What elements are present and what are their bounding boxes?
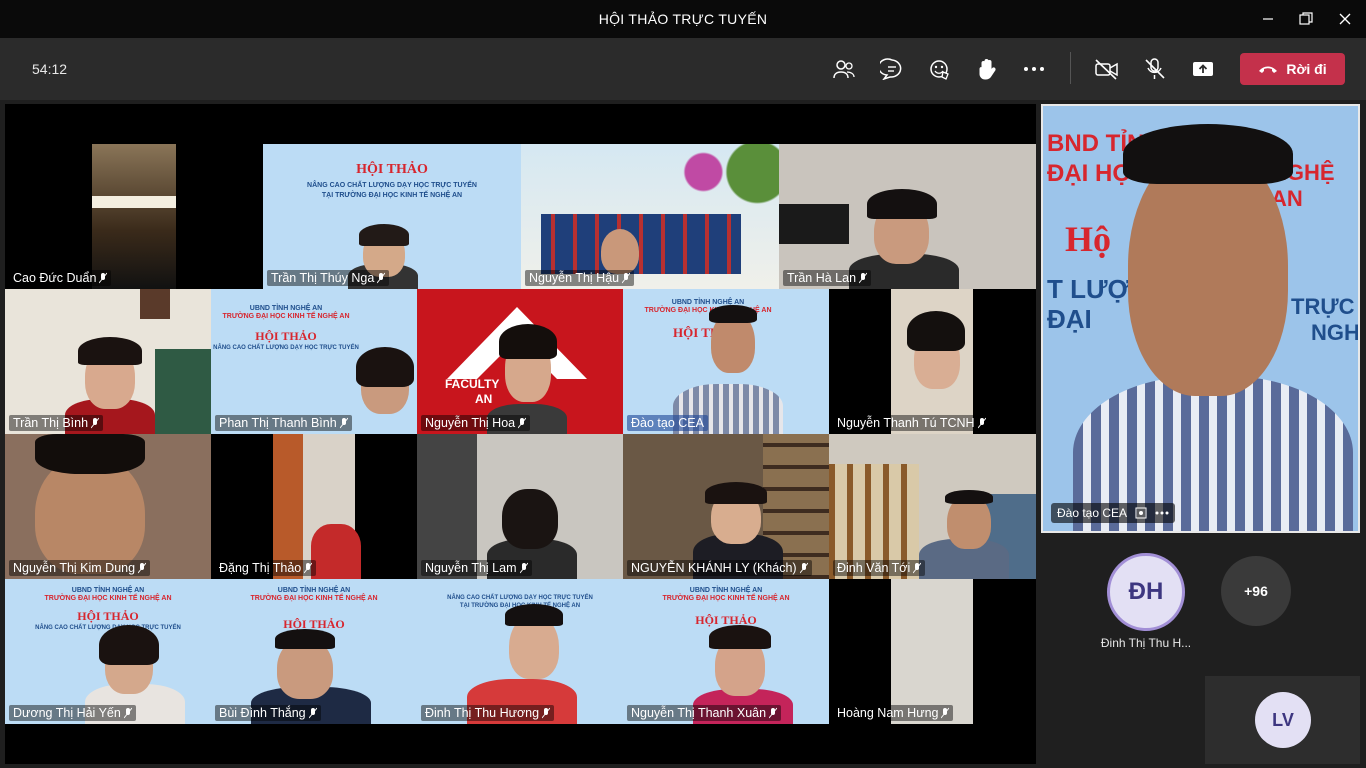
participant-name: Nguyễn Thị Hậu — [525, 270, 635, 286]
more-participants-button[interactable]: +96 — [1221, 556, 1291, 626]
more-options-button[interactable] — [1019, 54, 1049, 84]
mic-muted-icon — [858, 272, 868, 284]
participants-button[interactable] — [829, 54, 859, 84]
more-icon — [1024, 67, 1044, 71]
video-tile[interactable]: UBND TỈNH NGHỆ AN TRƯỜNG ĐẠI HỌC KINH TẾ… — [5, 579, 211, 724]
mic-muted-icon — [376, 272, 386, 284]
mic-muted-icon — [519, 562, 528, 574]
mic-muted-icon — [137, 562, 147, 574]
mic-muted-icon — [912, 562, 922, 574]
window-title: HỘI THẢO TRỰC TUYẾN — [598, 11, 768, 27]
hand-icon — [979, 59, 996, 80]
close-icon — [1339, 13, 1351, 25]
video-tile[interactable]: UBND TỈNH NGHỆ AN TRƯỜNG ĐẠI HỌC KINH TẾ… — [623, 289, 829, 434]
video-tile[interactable]: UBND TỈNH NGHỆ AN TRƯỜNG ĐẠI HỌC KINH TẾ… — [211, 579, 417, 724]
meeting-toolbar: 54:12 Rời đi — [0, 38, 1366, 100]
maximize-button[interactable] — [1292, 6, 1320, 32]
more-icon — [1155, 511, 1169, 515]
participant-name: Phan Thị Thanh Bình — [215, 415, 352, 431]
toolbar-divider — [1070, 52, 1071, 84]
participant-name: Dương Thị Hải Yến — [9, 705, 136, 721]
participant-name: Nguyễn Thanh Tú TCNH — [833, 415, 990, 431]
video-tile[interactable]: Đặng Thị Thảo — [211, 434, 417, 579]
people-icon — [833, 60, 855, 79]
share-screen-button[interactable] — [1188, 54, 1218, 84]
video-tile[interactable]: Nguyễn Thị Kim Dung — [5, 434, 211, 579]
mic-muted-icon — [768, 707, 778, 719]
mic-muted-icon — [541, 707, 551, 719]
mic-muted-icon — [339, 417, 349, 429]
participant-name: Đào tạo CEA — [627, 415, 708, 431]
close-button[interactable] — [1331, 6, 1359, 32]
minimize-button[interactable] — [1254, 6, 1282, 32]
leave-label: Rời đi — [1286, 61, 1327, 77]
participant-name: NGUYỄN KHÁNH LY (Khách) — [627, 560, 812, 576]
mic-muted-icon — [621, 272, 631, 284]
chat-button[interactable] — [877, 54, 907, 84]
restore-icon — [1299, 12, 1313, 25]
participant-name: Nguyễn Thị Thanh Xuân — [627, 705, 782, 721]
mic-muted-icon — [90, 417, 100, 429]
camera-off-icon — [1095, 59, 1118, 80]
participant-name: Nguyễn Thị Kim Dung — [9, 560, 151, 576]
participant-name: Nguyễn Thị Lam — [421, 560, 532, 576]
video-tile[interactable]: Cao Đức Duẩn — [5, 144, 263, 289]
video-tile[interactable]: Trần Thị Bình — [5, 289, 211, 434]
participant-name: Trần Thị Thúy Nga — [267, 270, 390, 286]
video-tile[interactable]: Hoàng Nam Hưng — [829, 579, 1036, 724]
participant-name: Bùi Đình Thắng — [215, 705, 321, 721]
participant-name: Trần Hà Lan — [783, 270, 872, 286]
self-view[interactable]: LV — [1205, 676, 1360, 764]
video-tile[interactable]: NGUYỄN KHÁNH LY (Khách) — [623, 434, 829, 579]
video-tile[interactable]: Nguyễn Thanh Tú TCNH — [829, 289, 1036, 434]
video-tile[interactable]: NÂNG CAO CHẤT LƯỢNG DẠY HỌC TRỰC TUYẾN T… — [417, 579, 623, 724]
spotlight-video[interactable]: BND TỈNH ĐẠI HỌ NGHỆ AN Hộ T LƯỢ TRỰC ĐẠ… — [1041, 104, 1360, 533]
video-tile[interactable]: Nguyễn Thị Hậu — [521, 144, 779, 289]
camera-toggle-button[interactable] — [1092, 54, 1122, 84]
share-icon — [1193, 62, 1213, 76]
reactions-button[interactable] — [925, 54, 955, 84]
hang-up-icon — [1259, 66, 1278, 73]
participant-name: Cao Đức Duẩn — [9, 270, 112, 286]
participant-name: Đinh Thị Thu Hương — [421, 705, 555, 721]
mic-muted-icon — [123, 707, 133, 719]
participant-name: Nguyễn Thị Hoa — [421, 415, 531, 431]
video-grid: Cao Đức Duẩn HỘI THẢO NÂNG CAO CHẤT LƯỢN… — [5, 104, 1036, 764]
video-tile[interactable]: Trần Hà Lan — [779, 144, 1036, 289]
participant-name: Hoàng Nam Hưng — [833, 705, 954, 721]
mic-muted-icon — [308, 707, 318, 719]
spotlight-name-tag: Đào tạo CEA — [1051, 503, 1176, 523]
reaction-icon — [930, 60, 949, 80]
title-bar: HỘI THẢO TRỰC TUYẾN — [0, 0, 1366, 38]
participant-name: Đặng Thị Thảo — [215, 560, 317, 576]
avatar: LV — [1255, 692, 1311, 748]
mic-toggle-button[interactable] — [1140, 54, 1170, 84]
pin-icon — [1135, 507, 1147, 519]
video-tile[interactable]: HỘI THẢO NÂNG CAO CHẤT LƯỢNG DẠY HỌC TRỰ… — [263, 144, 521, 289]
mic-muted-icon — [799, 562, 808, 574]
mic-muted-icon — [977, 417, 986, 429]
chat-icon — [880, 58, 902, 80]
meeting-timer: 54:12 — [32, 61, 68, 77]
mic-muted-icon — [941, 707, 950, 719]
leave-button[interactable]: Rời đi — [1240, 53, 1345, 85]
video-tile[interactable]: FACULTY AN Nguyễn Thị Hoa — [417, 289, 623, 434]
video-tile[interactable]: UBND TỈNH NGHỆ AN TRƯỜNG ĐẠI HỌC KINH TẾ… — [623, 579, 829, 724]
mic-muted-icon — [99, 272, 108, 284]
raise-hand-button[interactable] — [972, 54, 1002, 84]
video-tile[interactable]: Nguyễn Thị Lam — [417, 434, 623, 579]
mic-muted-icon — [303, 562, 313, 574]
minimize-icon — [1263, 18, 1273, 20]
participant-name: Trần Thị Bình — [9, 415, 104, 431]
mic-muted-icon — [517, 417, 527, 429]
video-tile[interactable]: Đinh Văn Tới — [829, 434, 1036, 579]
avatar[interactable]: ĐH — [1107, 553, 1185, 631]
participant-name: Đinh Văn Tới — [833, 560, 926, 576]
mic-off-icon — [1145, 58, 1165, 79]
avatar-name: Đinh Thị Thu H... — [1100, 636, 1192, 650]
video-tile[interactable]: UBND TỈNH NGHỆ AN TRƯỜNG ĐẠI HỌC KINH TẾ… — [211, 289, 417, 434]
